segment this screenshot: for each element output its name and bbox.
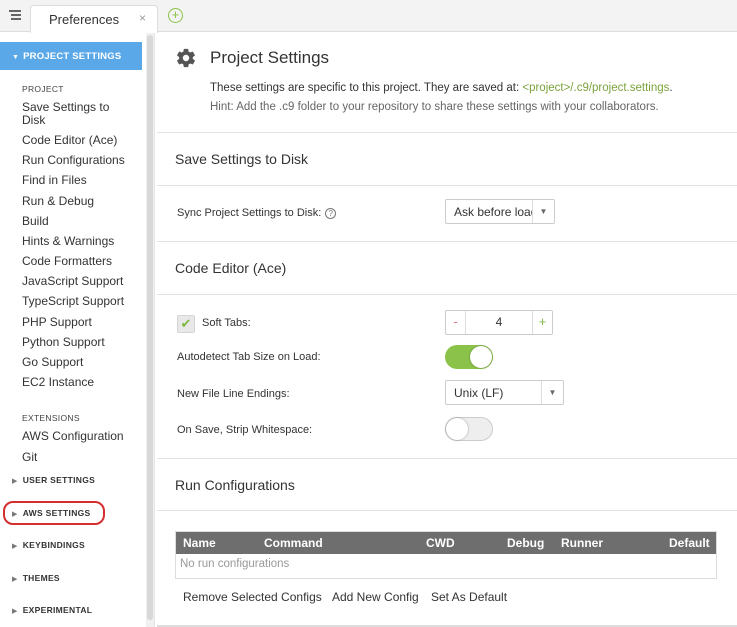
soft-tabs-checkbox[interactable]: ✔ bbox=[177, 315, 195, 333]
column-header-default[interactable]: Default bbox=[669, 536, 710, 550]
sidebar-section-keybindings[interactable]: ▶ KEYBINDINGS bbox=[12, 540, 85, 550]
scrollbar-thumb[interactable] bbox=[147, 35, 153, 620]
sidebar-item-code-editor[interactable]: Code Editor (Ace) bbox=[22, 134, 132, 147]
description-suffix: . bbox=[669, 82, 673, 94]
sidebar-section-label: USER SETTINGS bbox=[22, 475, 96, 485]
triangle-down-icon: ▼ bbox=[12, 54, 20, 61]
gear-icon bbox=[177, 48, 195, 68]
plus-icon[interactable]: + bbox=[532, 311, 552, 334]
description-text: These settings are specific to this proj… bbox=[210, 82, 523, 94]
triangle-right-icon: ▶ bbox=[12, 543, 18, 550]
sidebar-item-php-support[interactable]: PHP Support bbox=[22, 316, 132, 329]
divider bbox=[157, 132, 737, 133]
column-header-name[interactable]: Name bbox=[183, 536, 216, 550]
toggle-knob bbox=[470, 346, 492, 368]
sidebar-section-label: EXPERIMENTAL bbox=[22, 605, 93, 615]
hint-text: Hint: Add the .c9 folder to your reposit… bbox=[210, 101, 659, 113]
sidebar-item-find-in-files[interactable]: Find in Files bbox=[22, 174, 132, 187]
sidebar-item-build[interactable]: Build bbox=[22, 215, 132, 228]
section-title-code-editor: Code Editor (Ace) bbox=[175, 260, 287, 276]
triangle-right-icon: ▶ bbox=[12, 478, 18, 485]
sidebar-item-run-debug[interactable]: Run & Debug bbox=[22, 195, 132, 208]
sidebar-section-user-settings[interactable]: ▶ USER SETTINGS bbox=[12, 475, 95, 485]
sidebar-section-themes[interactable]: ▶ THEMES bbox=[12, 573, 60, 583]
strip-whitespace-label: On Save, Strip Whitespace: bbox=[177, 424, 313, 436]
sidebar-section-experimental[interactable]: ▶ EXPERIMENTAL bbox=[12, 605, 92, 615]
run-configurations-table: Name Command CWD Debug Runner Default No… bbox=[175, 531, 717, 579]
dropdown-value: Unix (LF) bbox=[454, 386, 504, 400]
autodetect-tab-size-toggle[interactable] bbox=[445, 345, 493, 369]
sync-settings-dropdown[interactable]: Ask before load ▼ bbox=[445, 199, 555, 224]
remove-selected-configs-button[interactable]: Remove Selected Configs bbox=[183, 590, 322, 604]
column-header-cwd[interactable]: CWD bbox=[426, 536, 455, 550]
divider bbox=[157, 241, 737, 242]
toggle-knob bbox=[446, 418, 468, 440]
menu-icon[interactable] bbox=[9, 10, 21, 20]
sidebar-item-typescript-support[interactable]: TypeScript Support bbox=[22, 295, 132, 308]
divider bbox=[157, 458, 737, 459]
set-as-default-button[interactable]: Set As Default bbox=[431, 590, 507, 604]
line-endings-dropdown[interactable]: Unix (LF) ▼ bbox=[445, 380, 564, 405]
sidebar-item-save-settings[interactable]: Save Settings to Disk bbox=[22, 101, 132, 127]
sidebar-item-code-formatters[interactable]: Code Formatters bbox=[22, 255, 132, 268]
section-title-save-settings: Save Settings to Disk bbox=[175, 151, 309, 167]
empty-table-message: No run configurations bbox=[180, 558, 290, 570]
settings-path: <project>/.c9/project.settings bbox=[522, 82, 670, 94]
tab-title: Preferences bbox=[49, 12, 120, 27]
column-header-debug[interactable]: Debug bbox=[507, 536, 544, 550]
add-tab-icon[interactable]: + bbox=[168, 8, 183, 23]
highlight-circle bbox=[3, 501, 105, 525]
sidebar-item-run-configurations[interactable]: Run Configurations bbox=[22, 154, 132, 167]
sidebar-item-ec2-instance[interactable]: EC2 Instance bbox=[22, 376, 132, 389]
section-title-run-configurations: Run Configurations bbox=[175, 477, 295, 493]
sidebar: ▼ PROJECT SETTINGS PROJECT Save Settings … bbox=[0, 33, 155, 627]
sidebar-section-project-settings[interactable]: ▼ PROJECT SETTINGS bbox=[0, 42, 142, 70]
tab-preferences[interactable]: Preferences × bbox=[30, 5, 158, 33]
tab-size-value[interactable]: 4 bbox=[466, 311, 532, 334]
sidebar-scrollbar[interactable] bbox=[146, 33, 154, 627]
triangle-right-icon: ▶ bbox=[12, 608, 18, 615]
autodetect-tab-size-label: Autodetect Tab Size on Load: bbox=[177, 351, 321, 363]
sidebar-item-hints-warnings[interactable]: Hints & Warnings bbox=[22, 235, 132, 248]
help-icon[interactable]: ? bbox=[325, 208, 337, 219]
chevron-down-icon: ▼ bbox=[532, 200, 554, 223]
sidebar-item-python-support[interactable]: Python Support bbox=[22, 336, 132, 349]
soft-tabs-label: Soft Tabs: bbox=[202, 317, 251, 329]
sidebar-group-extensions: EXTENSIONS bbox=[22, 413, 80, 423]
line-endings-label: New File Line Endings: bbox=[177, 388, 290, 400]
triangle-right-icon: ▶ bbox=[12, 576, 18, 583]
page-title: Project Settings bbox=[210, 48, 330, 67]
sidebar-item-go-support[interactable]: Go Support bbox=[22, 356, 132, 369]
strip-whitespace-toggle[interactable] bbox=[445, 417, 493, 441]
dropdown-value: Ask before load bbox=[454, 205, 538, 219]
settings-panel: Project Settings These settings are spec… bbox=[157, 33, 737, 627]
close-icon[interactable]: × bbox=[139, 11, 146, 25]
column-header-runner[interactable]: Runner bbox=[561, 536, 603, 550]
tab-bar: Preferences × + bbox=[0, 0, 737, 33]
tab-size-stepper[interactable]: - 4 + bbox=[445, 310, 553, 335]
sidebar-section-label: THEMES bbox=[22, 573, 60, 583]
sidebar-item-git[interactable]: Git bbox=[22, 451, 132, 464]
minus-icon[interactable]: - bbox=[446, 311, 466, 334]
divider bbox=[157, 294, 737, 295]
sidebar-group-project: PROJECT bbox=[22, 84, 64, 94]
add-new-config-button[interactable]: Add New Config bbox=[332, 590, 419, 604]
table-header: Name Command CWD Debug Runner Default bbox=[176, 532, 716, 554]
sync-settings-label: Sync Project Settings to Disk:? bbox=[177, 207, 337, 219]
sidebar-item-aws-configuration[interactable]: AWS Configuration bbox=[22, 430, 132, 443]
sidebar-section-label: KEYBINDINGS bbox=[22, 540, 86, 550]
chevron-down-icon: ▼ bbox=[541, 381, 563, 404]
sidebar-section-label: PROJECT SETTINGS bbox=[23, 51, 122, 62]
divider bbox=[157, 185, 737, 186]
sidebar-item-javascript-support[interactable]: JavaScript Support bbox=[22, 275, 132, 288]
divider bbox=[157, 510, 737, 511]
settings-description: These settings are specific to this proj… bbox=[210, 82, 673, 94]
sync-settings-label-text: Sync Project Settings to Disk: bbox=[177, 207, 322, 219]
column-header-command[interactable]: Command bbox=[264, 536, 323, 550]
